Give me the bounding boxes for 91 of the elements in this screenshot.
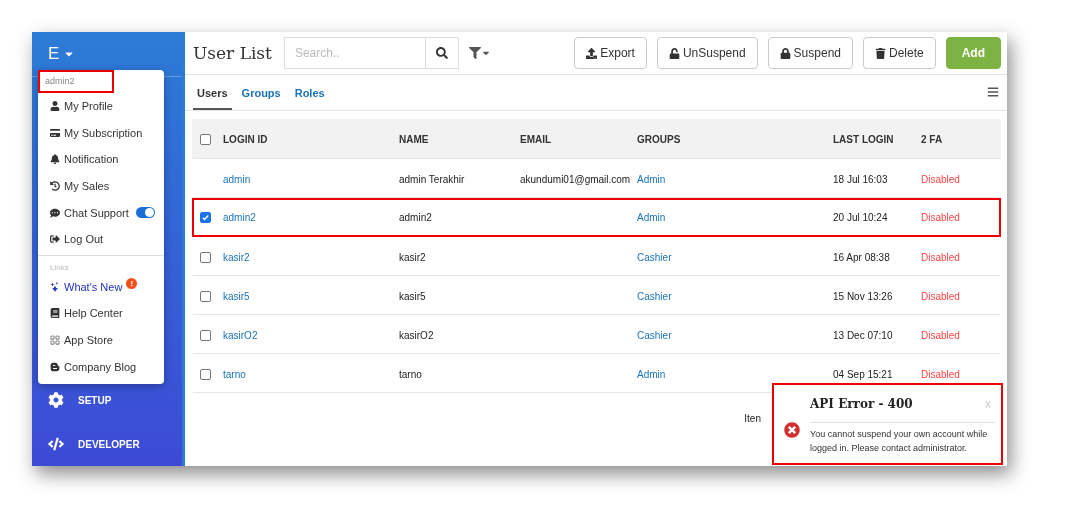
login-link[interactable]: admin (223, 173, 399, 185)
column-header: LAST LOGIN (833, 134, 895, 145)
brand-menu[interactable]: E (48, 44, 60, 64)
filter-icon[interactable] (468, 47, 491, 59)
table-cell-text: 16 Apr 08:38 (833, 251, 891, 263)
menu-item[interactable]: My Profile (38, 93, 164, 120)
history-icon (50, 181, 60, 192)
trash-icon (875, 47, 886, 59)
toolbar-button[interactable]: Export (574, 37, 647, 69)
search-icon (435, 47, 448, 59)
toggle-switch[interactable] (135, 207, 155, 219)
group-link[interactable]: Cashier (637, 251, 833, 263)
group-link[interactable]: Admin (637, 368, 833, 380)
status-text: Disabled (921, 290, 961, 302)
sidebar-item[interactable]: DEVELOPER (78, 438, 140, 450)
login-link[interactable]: tarno (223, 368, 399, 380)
status-text: Disabled (921, 368, 961, 380)
search-field[interactable]: Search.. (283, 37, 425, 69)
tab[interactable]: Groups (237, 87, 285, 110)
login-link[interactable]: kasir5 (223, 290, 399, 302)
login-link[interactable]: kasirO2 (223, 329, 399, 341)
table-cell-text: kasir2 (399, 251, 427, 263)
login-link[interactable]: kasir2 (223, 251, 399, 263)
column-header: GROUPS (637, 134, 682, 145)
status-text: Disabled (921, 212, 961, 223)
row-checkbox[interactable] (200, 329, 211, 341)
search-button[interactable] (424, 37, 459, 69)
status-text: Disabled (921, 173, 961, 185)
gear-icon (48, 392, 64, 408)
username: admin2 (38, 70, 114, 93)
menu-item[interactable]: Company Blog (38, 353, 164, 380)
table-cell-text: kasirO2 (399, 329, 435, 341)
blog-icon (50, 361, 60, 372)
select-all-checkbox[interactable] (200, 134, 211, 145)
footer-text: Iten (744, 413, 761, 424)
status-text: Disabled (921, 329, 961, 341)
row-checkbox[interactable] (200, 251, 211, 263)
code-icon (48, 436, 64, 452)
table-cell-text: 13 Dec 07:10 (833, 329, 894, 341)
table-cell-text: 15 Nov 13:26 (833, 290, 894, 302)
row-checkbox[interactable] (200, 212, 211, 223)
group-link[interactable]: Admin (637, 173, 833, 185)
menu-item[interactable]: Help Center (38, 300, 164, 327)
menu-item[interactable]: My Sales (38, 172, 164, 200)
group-link[interactable]: Cashier (637, 329, 833, 341)
toolbar-button[interactable]: UnSuspend (656, 37, 758, 69)
book-icon (50, 308, 60, 319)
menu-item[interactable]: App Store (38, 326, 164, 354)
table-cell-text: 18 Jul 16:03 (833, 173, 889, 185)
menu-item[interactable]: Chat Support (38, 199, 164, 226)
tab[interactable]: Roles (290, 87, 329, 110)
lock-icon (779, 47, 791, 59)
toolbar-button[interactable]: Suspend (767, 37, 853, 69)
table-cell-text: 04 Sep 15:21 (833, 368, 894, 380)
logout-icon (50, 234, 60, 245)
sidebar-item[interactable]: SETUP (78, 394, 112, 406)
toolbar-button[interactable]: Delete (863, 37, 936, 69)
table-cell-text: admin Terakhir (399, 173, 466, 185)
page-title: User List (193, 43, 272, 63)
unlock-icon (668, 47, 680, 59)
column-header: NAME (399, 134, 430, 145)
column-header: EMAIL (520, 134, 553, 145)
group-link[interactable]: Admin (637, 212, 833, 223)
toast-message: You cannot suspend your own account while logged in. Please contact administrator. (810, 427, 989, 455)
row-checkbox[interactable] (200, 368, 211, 380)
menu-item[interactable]: Log Out (38, 225, 164, 253)
sparkle-icon (50, 281, 60, 292)
table-cell-text: tarno (399, 368, 423, 380)
table-cell-text: kasir5 (399, 290, 427, 302)
row-checkbox[interactable] (200, 290, 211, 302)
table-cell-text: admin2 (399, 212, 433, 223)
menu-item[interactable]: What's New ! (38, 273, 164, 301)
person-icon (50, 101, 60, 112)
card-icon (50, 127, 60, 138)
bell-icon (50, 154, 60, 165)
menu-item[interactable]: My Subscription (38, 119, 164, 147)
login-link[interactable]: admin2 (223, 212, 399, 223)
chat-icon (50, 207, 60, 218)
status-text: Disabled (921, 251, 961, 263)
column-header: LOGIN ID (223, 134, 269, 145)
error-icon (784, 422, 800, 438)
table-cell-text: 20 Jul 10:24 (833, 212, 889, 223)
group-link[interactable]: Cashier (637, 290, 833, 302)
toast-title: API Error - 400 (810, 397, 913, 412)
menu-item[interactable]: Notification (38, 146, 164, 173)
column-header: 2 FA (921, 134, 944, 145)
table-cell-text: akundumi01@gmail.com (520, 173, 632, 185)
upload-icon (586, 47, 598, 59)
alert-badge: ! (126, 277, 138, 289)
tab[interactable]: Users (193, 87, 232, 110)
menu-icon[interactable] (987, 86, 999, 98)
